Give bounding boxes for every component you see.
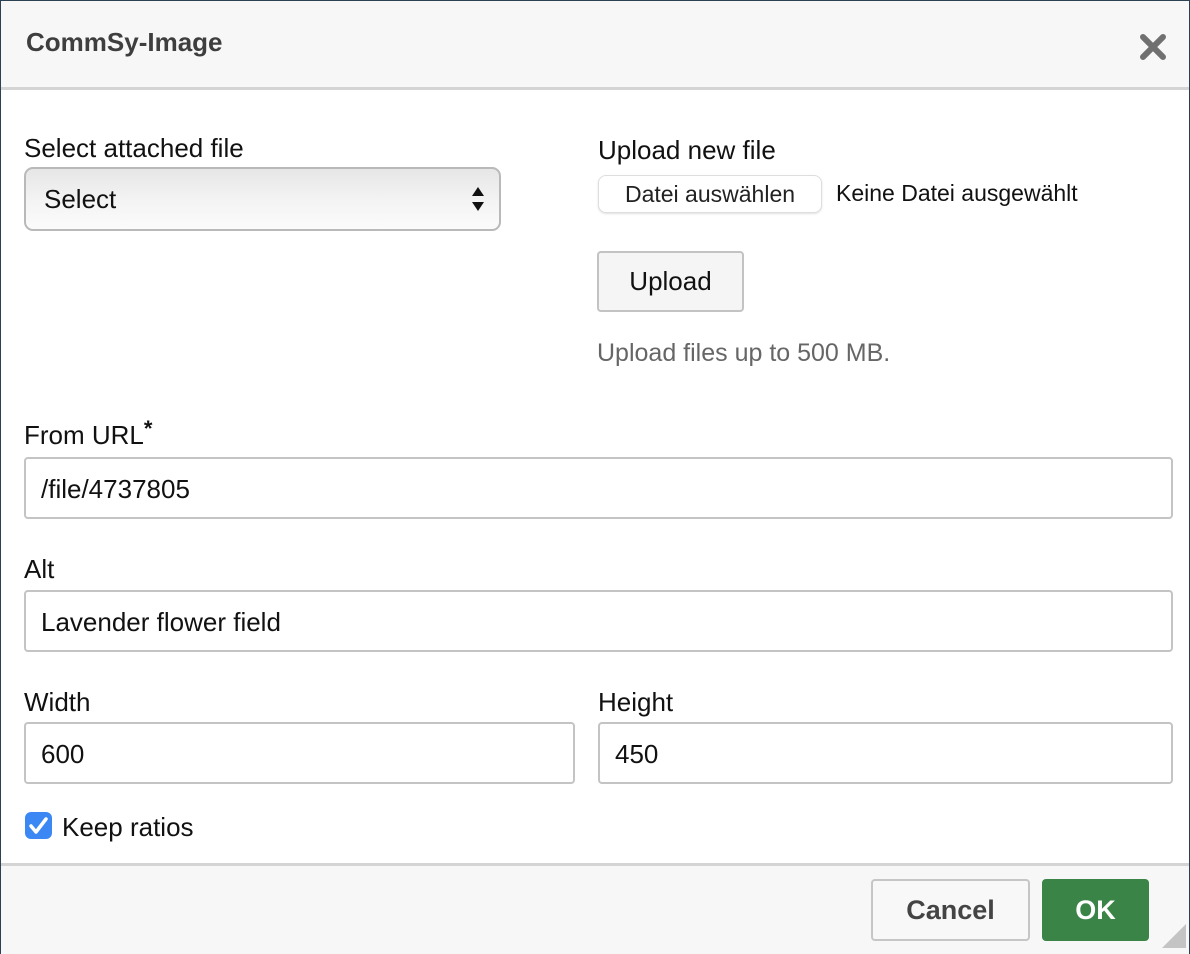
checkmark-icon (29, 817, 48, 834)
upload-hint: Upload files up to 500 MB. (597, 339, 891, 367)
close-button[interactable] (1137, 31, 1169, 63)
dialog-title: CommSy-Image (26, 27, 223, 57)
select-value: Select (44, 184, 117, 214)
file-status: Keine Datei ausgewählt (836, 180, 1078, 206)
width-input[interactable]: 600 (24, 722, 575, 784)
height-input[interactable]: 450 (598, 722, 1173, 784)
cancel-button[interactable]: Cancel (871, 879, 1030, 941)
dialog-header: CommSy-Image (1, 1, 1189, 90)
height-input-value: 450 (615, 739, 659, 769)
width-input-value: 600 (41, 739, 85, 769)
url-input-value: /file/4737805 (41, 474, 190, 504)
resize-handle-icon[interactable] (1162, 924, 1186, 948)
choose-file-button[interactable]: Datei auswählen (598, 175, 822, 213)
alt-label: Alt (24, 554, 55, 584)
url-input[interactable]: /file/4737805 (24, 457, 1173, 519)
required-mark: * (143, 416, 153, 441)
ok-button[interactable]: OK (1042, 879, 1149, 941)
from-url-label-text: From URL (24, 420, 144, 450)
attached-file-select[interactable]: Select (24, 167, 501, 231)
close-icon (1140, 34, 1166, 60)
alt-input-value: Lavender flower field (41, 607, 281, 637)
select-arrows-icon (472, 187, 484, 211)
upload-new-file-label: Upload new file (598, 135, 776, 165)
upload-button[interactable]: Upload (597, 251, 744, 312)
image-dialog: CommSy-Image Select attached file Select… (1, 1, 1189, 954)
select-attached-file-label: Select attached file (24, 133, 244, 163)
keep-ratios-checkbox[interactable] (25, 812, 52, 839)
keep-ratios-label: Keep ratios (62, 812, 194, 842)
width-label: Width (24, 687, 91, 717)
from-url-label: From URL* (24, 416, 152, 451)
height-label: Height (598, 687, 674, 717)
alt-input[interactable]: Lavender flower field (24, 590, 1173, 652)
